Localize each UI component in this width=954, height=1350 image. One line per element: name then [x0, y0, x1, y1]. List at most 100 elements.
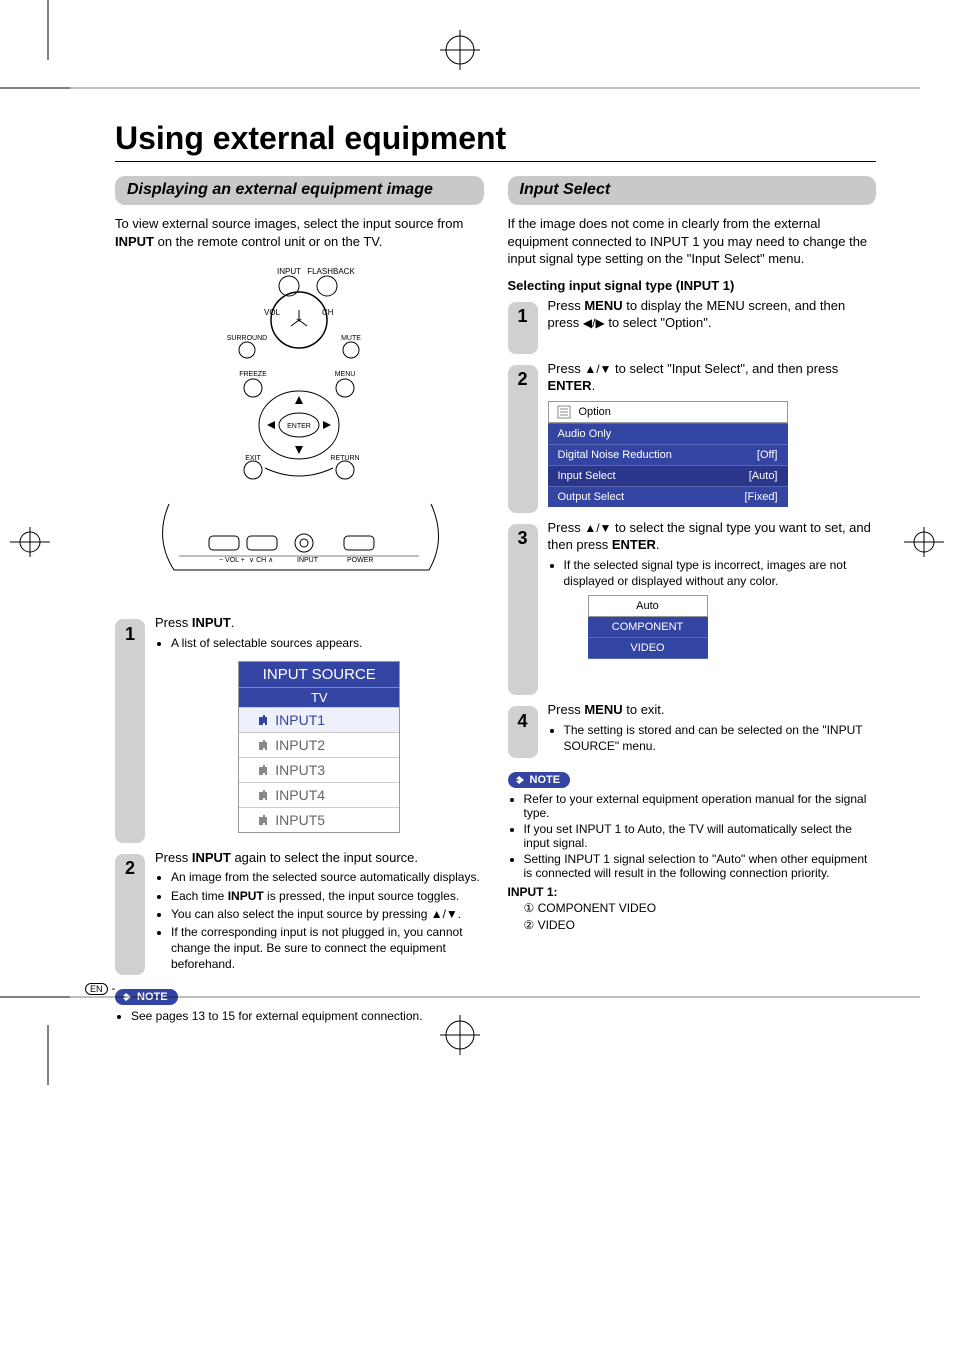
svg-text:FLASHBACK: FLASHBACK — [307, 267, 355, 276]
r-step-1-number: 1 — [508, 302, 538, 332]
note-bullet: Setting INPUT 1 signal selection to "Aut… — [524, 852, 877, 880]
svg-text:∨ CH ∧: ∨ CH ∧ — [249, 557, 273, 564]
input-source-row-2: INPUT2 — [239, 732, 399, 757]
step-1-number: 1 — [115, 619, 145, 649]
r-step-2-tail — [508, 387, 538, 513]
svg-text:− VOL +: − VOL + — [219, 557, 245, 564]
r-step-3-number: 3 — [508, 524, 538, 554]
r-step-1-text: Press MENU to display the MENU screen, a… — [548, 297, 877, 332]
plug-icon — [251, 790, 269, 800]
plug-icon — [251, 715, 269, 725]
crop-mark-right — [894, 522, 954, 562]
step-2-bullet: An image from the selected source automa… — [171, 869, 484, 885]
option-page-icon — [557, 405, 571, 419]
step-1-bullet: A list of selectable sources appears. — [171, 635, 484, 651]
signal-row: VIDEO — [588, 638, 708, 659]
step-2-text: Press INPUT again to select the input so… — [155, 849, 484, 973]
priority-label: INPUT 1: — [508, 884, 877, 900]
step-2: 2 Press INPUT again to select the input … — [115, 849, 484, 975]
footer-lang: EN - — [85, 983, 115, 995]
svg-text:INPUT: INPUT — [277, 267, 301, 276]
svg-text:INPUT: INPUT — [297, 557, 319, 564]
svg-text:MUTE: MUTE — [341, 335, 361, 342]
input-source-title: INPUT SOURCE — [239, 662, 399, 687]
step-1-tail — [115, 641, 145, 843]
svg-text:CH: CH — [322, 308, 334, 317]
page-title: Using external equipment — [115, 120, 876, 157]
signal-type-menu: Auto COMPONENT VIDEO — [588, 595, 708, 659]
remote-illustration: INPUT FLASHBACK VOL CH + SURROUND MUTE F… — [209, 260, 389, 490]
side-panel-illustration: − VOL + ∨ CH ∧ INPUT POWER — [149, 494, 449, 594]
svg-text:MENU: MENU — [335, 371, 356, 378]
priority-item-2: ② VIDEO — [508, 917, 877, 933]
plug-icon — [251, 815, 269, 825]
arrow-lr-icon: ◀/▶ — [583, 316, 605, 330]
subheading: Selecting input signal type (INPUT 1) — [508, 278, 877, 293]
columns: Displaying an external equipment image T… — [115, 176, 876, 1025]
r-step-3-tail — [508, 546, 538, 695]
note-icon — [121, 991, 133, 1003]
note-bullets-r: Refer to your external equipment operati… — [508, 792, 877, 880]
input-source-row-5: INPUT5 — [239, 807, 399, 832]
svg-text:EXIT: EXIT — [245, 455, 261, 462]
svg-text:FREEZE: FREEZE — [239, 371, 267, 378]
note-icon — [514, 774, 526, 786]
right-column: Input Select If the image does not come … — [508, 176, 877, 1025]
r-step-4-bullet: The setting is stored and can be selecte… — [564, 722, 877, 754]
step-2-bullet: If the corresponding input is not plugge… — [171, 924, 484, 973]
signal-row: COMPONENT — [588, 617, 708, 638]
svg-text:POWER: POWER — [347, 557, 373, 564]
step-2-bullet: Each time INPUT is pressed, the input so… — [171, 888, 484, 904]
option-row: Output Select[Fixed] — [548, 486, 788, 507]
svg-text:ENTER: ENTER — [287, 423, 311, 430]
r-step-2-number: 2 — [508, 365, 538, 395]
input-select-intro: If the image does not come in clearly fr… — [508, 215, 877, 268]
crop-mark-top — [0, 0, 954, 110]
signal-row: Auto — [588, 595, 708, 617]
option-row: Audio Only — [548, 423, 788, 444]
intro-paragraph: To view external source images, select t… — [115, 215, 484, 250]
section-heading-display: Displaying an external equipment image — [115, 176, 484, 205]
note-label: NOTE — [115, 989, 178, 1005]
priority-item-1: ① COMPONENT VIDEO — [508, 900, 877, 916]
intro-post: on the remote control unit or on the TV. — [154, 234, 382, 249]
step-2-bullet: You can also select the input source by … — [171, 906, 484, 922]
option-menu: Option Audio Only Digital Noise Reductio… — [548, 401, 788, 507]
crop-mark-left — [0, 522, 60, 562]
r-step-3-text: Press ▲/▼ to select the signal type you … — [548, 519, 877, 589]
r-step-4: 4 Press MENU to exit. The setting is sto… — [508, 701, 877, 758]
plug-icon — [251, 740, 269, 750]
plug-icon — [251, 765, 269, 775]
note-bullet: Refer to your external equipment operati… — [524, 792, 877, 820]
title-rule — [115, 161, 876, 162]
input-source-row-1: INPUT1 — [239, 707, 399, 732]
svg-text:RETURN: RETURN — [331, 455, 360, 462]
svg-text:SURROUND: SURROUND — [227, 335, 267, 342]
r-step-4-number: 4 — [508, 706, 538, 736]
arrow-ud-icon: ▲/▼ — [584, 521, 611, 535]
step-1-text: Press INPUT. A list of selectable source… — [155, 614, 484, 651]
section-heading-input-select: Input Select — [508, 176, 877, 205]
r-step-3-bullet: If the selected signal type is incorrect… — [564, 557, 877, 589]
step-2-number: 2 — [115, 854, 145, 884]
left-column: Displaying an external equipment image T… — [115, 176, 484, 1025]
input-source-tv: TV — [239, 687, 399, 707]
note-bullet: If you set INPUT 1 to Auto, the TV will … — [524, 822, 877, 850]
input-source-row-4: INPUT4 — [239, 782, 399, 807]
r-step-4-text: Press MENU to exit. The setting is store… — [548, 701, 877, 754]
lang-badge: EN — [85, 983, 108, 995]
r-step-2: 2 Press ▲/▼ to select "Input Select", an… — [508, 360, 877, 513]
r-step-2-text: Press ▲/▼ to select "Input Select", and … — [548, 360, 877, 395]
intro-pre: To view external source images, select t… — [115, 216, 463, 231]
step-2-tail — [115, 876, 145, 975]
manual-page: Using external equipment Displaying an e… — [0, 0, 954, 1085]
arrow-ud-icon: ▲/▼ — [584, 362, 611, 376]
option-row-selected: Input Select[Auto] — [548, 465, 788, 486]
r-step-3: 3 Press ▲/▼ to select the signal type yo… — [508, 519, 877, 695]
note-bullets: See pages 13 to 15 for external equipmen… — [115, 1009, 484, 1023]
intro-bold: INPUT — [115, 234, 154, 249]
note-bullet: See pages 13 to 15 for external equipmen… — [131, 1009, 484, 1023]
note-label-r: NOTE — [508, 772, 571, 788]
r-step-1: 1 Press MENU to display the MENU screen,… — [508, 297, 877, 354]
step-1: 1 Press INPUT. A list of selectable sour… — [115, 614, 484, 843]
